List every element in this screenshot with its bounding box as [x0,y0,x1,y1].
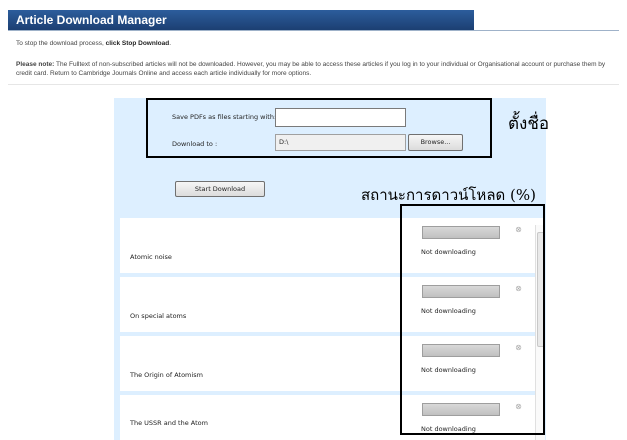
status-annotation-box [400,204,545,435]
article-title: Atomic noise [130,253,172,261]
intro-suffix: . [169,40,171,47]
note-text: Please note: The Fulltext of non-subscri… [16,61,620,78]
section-divider [8,84,619,85]
intro-bold: click Stop Download [105,40,170,47]
start-download-button[interactable]: Start Download [175,181,265,197]
title-divider [8,30,619,31]
article-title: The USSR and the Atom [130,419,208,427]
note-label: Please note: [16,61,55,68]
page-title: Article Download Manager [16,13,167,27]
window-title-bar: Article Download Manager [8,10,474,30]
article-title: The Origin of Atomism [130,371,203,379]
name-annotation-box [146,98,492,158]
note-body: The Fulltext of non-subscribed articles … [16,61,606,77]
article-title: On special atoms [130,312,187,320]
name-annotation-label: ตั้งชื่อ [508,114,550,134]
intro-prefix: To stop the download process, [16,40,106,47]
intro-text: To stop the download process, click Stop… [16,40,616,49]
